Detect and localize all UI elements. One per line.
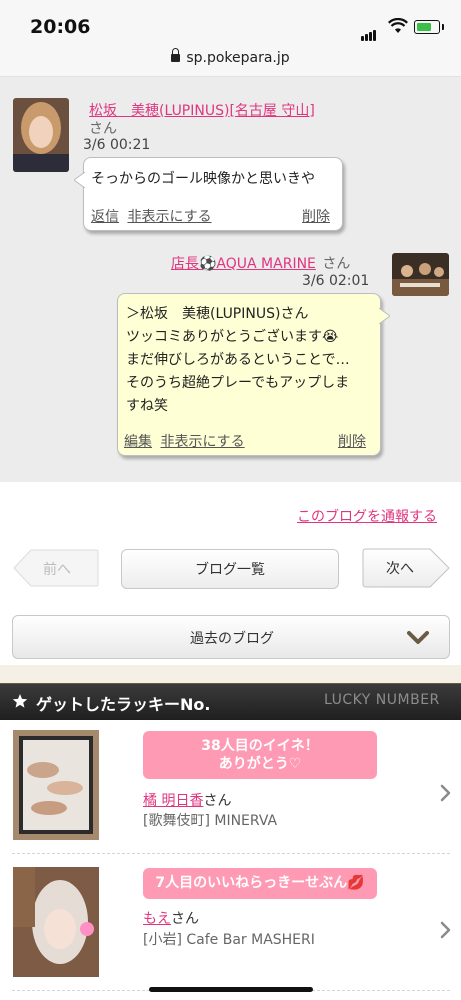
comment-author: 松坂 美穂(LUPINUS)[名古屋 守山]	[89, 100, 349, 120]
chevron-down-icon	[407, 631, 429, 644]
lucky-item-photo[interactable]	[13, 867, 99, 977]
lock-icon	[171, 48, 181, 62]
reply-date: 3/6 02:01	[302, 273, 370, 289]
reply-author: 店長⚽AQUA MARINE さん	[171, 253, 350, 273]
prev-label: 前へ	[43, 562, 71, 578]
cellular-signal-icon	[361, 22, 377, 41]
next-label: 次へ	[386, 561, 414, 577]
cast-name-link[interactable]: もえ	[143, 911, 171, 927]
lucky-message-bubble: 38人目のイイネ！ ありがとう♡	[143, 731, 377, 779]
comment-date: 3/6 00:21	[83, 137, 151, 153]
reply-line: すね笑	[126, 398, 168, 414]
reply-line: ツッコミありがとうございます😭	[126, 329, 339, 345]
address-bar[interactable]: sp.pokepara.jp	[0, 48, 461, 66]
reply-line: そのうち超絶プレーでもアップしま	[126, 375, 350, 391]
home-indicator	[149, 987, 313, 992]
cast-name-suffix: さん	[203, 793, 232, 809]
blog-list-button[interactable]: ブログ一覧	[121, 549, 339, 589]
reply-line: まだ伸びしろがあるということで…	[126, 352, 350, 368]
bubble-tail	[74, 172, 85, 188]
report-blog-link[interactable]: このブログを通報する	[297, 506, 437, 526]
lucky-message-bubble: 7人目のいいねらっきーせぶん💋	[143, 868, 377, 899]
shop-info: [小岩] Cafe Bar MASHERI	[143, 932, 315, 948]
prev-button[interactable]: 前へ	[13, 549, 99, 587]
star-icon	[12, 694, 28, 708]
delete-link[interactable]: 削除	[338, 434, 366, 450]
shop-info: [歌舞伎町] MINERVA	[143, 813, 278, 829]
past-blog-label: 過去のブログ	[190, 631, 274, 647]
section-divider-band	[0, 665, 461, 683]
owner-avatar[interactable]	[392, 253, 449, 296]
status-time: 20:06	[30, 16, 91, 38]
bubble-tail	[379, 308, 390, 324]
lucky-item-photo[interactable]	[13, 730, 99, 840]
lucky-number-subtitle: LUCKY NUMBER	[324, 692, 440, 708]
wifi-icon	[388, 18, 408, 33]
reply-author-suffix: さん	[322, 256, 351, 272]
lucky-number-title: ゲットしたラッキーNo.	[36, 695, 211, 714]
commenter-avatar[interactable]	[13, 98, 69, 172]
past-blog-dropdown[interactable]: 過去のブログ	[12, 615, 450, 659]
comment-author-link[interactable]: 松坂 美穂(LUPINUS)[名古屋 守山]	[89, 103, 315, 119]
edit-link[interactable]: 編集	[124, 434, 152, 450]
hide-link[interactable]: 非表示にする	[127, 209, 211, 225]
hide-link[interactable]: 非表示にする	[160, 434, 244, 450]
cast-name-suffix: さん	[171, 911, 199, 927]
lucky-item-name: 橘 明日香さん	[143, 790, 231, 810]
battery-icon	[414, 20, 444, 34]
reply-line: ＞松坂 美穂(LUPINUS)さん	[126, 306, 309, 322]
comment-author-suffix: さん	[89, 121, 117, 137]
reply-text: ＞松坂 美穂(LUPINUS)さん ツッコミありがとうございます😭 まだ伸びしろ…	[126, 303, 350, 418]
list-divider	[12, 853, 450, 854]
chevron-right-icon	[440, 784, 451, 802]
blog-list-label: ブログ一覧	[195, 562, 265, 578]
reply-author-link[interactable]: 店長⚽AQUA MARINE	[171, 256, 316, 272]
url-text: sp.pokepara.jp	[186, 50, 290, 66]
delete-link[interactable]: 削除	[302, 209, 330, 225]
comment-text: そっからのゴール映像かと思いきや	[91, 171, 315, 187]
cast-name-link[interactable]: 橘 明日香	[143, 793, 203, 809]
next-button[interactable]: 次へ	[362, 548, 450, 588]
lucky-item-name: もえさん	[143, 908, 199, 928]
chevron-right-icon	[440, 921, 451, 939]
reply-link[interactable]: 返信	[91, 209, 119, 225]
reply-bubble: ＞松坂 美穂(LUPINUS)さん ツッコミありがとうございます😭 まだ伸びしろ…	[117, 293, 390, 456]
comment-bubble: そっからのゴール映像かと思いきや 返信 非表示にする 削除	[74, 157, 343, 231]
